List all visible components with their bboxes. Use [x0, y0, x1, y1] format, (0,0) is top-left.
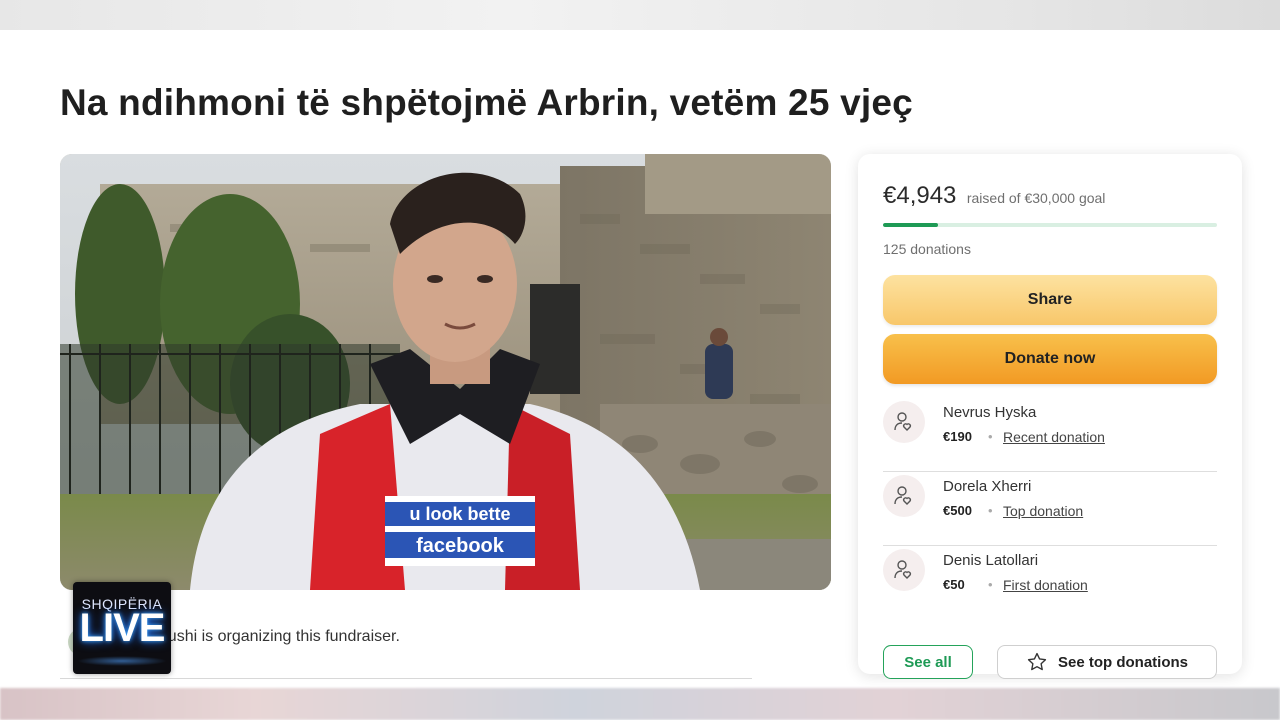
donation-item: Denis Latollari €50 • First donation	[883, 546, 1217, 616]
donor-name: Dorela Xherri	[943, 478, 1032, 495]
separator-dot: •	[988, 429, 993, 444]
donor-heart-icon	[883, 475, 925, 517]
donation-item: Nevrus Hyska €190 • Recent donation	[883, 398, 1217, 472]
donate-now-button[interactable]: Donate now	[883, 334, 1217, 384]
logo-glow	[77, 656, 167, 666]
donation-type-link[interactable]: First donation	[1003, 577, 1088, 593]
donor-amount: €190	[943, 429, 972, 444]
donor-name: Denis Latollari	[943, 552, 1039, 569]
donor-name: Nevrus Hyska	[943, 404, 1037, 421]
shirt-text-line2: facebook	[416, 535, 505, 557]
donation-type-link[interactable]: Recent donation	[1003, 429, 1105, 445]
goal-text: raised of €30,000 goal	[966, 190, 1106, 206]
donation-count: 125 donations	[883, 241, 971, 257]
donor-heart-icon	[883, 549, 925, 591]
video-frame-bottom-band	[0, 688, 1280, 720]
channel-logo: SHQIPËRIA LIVE	[73, 582, 171, 674]
donation-type-link[interactable]: Top donation	[1003, 503, 1083, 519]
share-button[interactable]: Share	[883, 275, 1217, 325]
logo-bottom-text: LIVE	[79, 606, 166, 650]
hero-image: u look bette facebook	[60, 154, 831, 590]
see-all-button[interactable]: See all	[883, 645, 973, 679]
see-top-donations-button[interactable]: See top donations	[997, 645, 1217, 679]
shirt-text-line1: u look bette	[409, 504, 510, 524]
donation-card: €4,943 raised of €30,000 goal 125 donati…	[858, 154, 1242, 679]
organizer-text: anushi is organizing this fundraiser.	[150, 628, 400, 645]
donation-item: Dorela Xherri €500 • Top donation	[883, 472, 1217, 546]
progress-fill	[883, 223, 939, 227]
donor-amount: €500	[943, 503, 972, 518]
raised-summary: €4,943 raised of €30,000 goal	[883, 182, 1105, 210]
separator-dot: •	[988, 503, 993, 518]
progress-bar	[883, 223, 1217, 227]
see-top-donations-label: See top donations	[1057, 653, 1188, 671]
donor-amount: €50	[943, 577, 965, 592]
star-icon	[1026, 651, 1048, 673]
separator-dot: •	[988, 577, 993, 592]
page-title: Na ndihmoni të shpëtojmë Arbrin, vetëm 2…	[60, 82, 913, 123]
donor-heart-icon	[883, 401, 925, 443]
video-frame-top-band	[0, 0, 1280, 30]
fundraiser-page: Na ndihmoni të shpëtojmë Arbrin, vetëm 2…	[0, 30, 1280, 688]
raised-amount: €4,943	[883, 182, 957, 209]
